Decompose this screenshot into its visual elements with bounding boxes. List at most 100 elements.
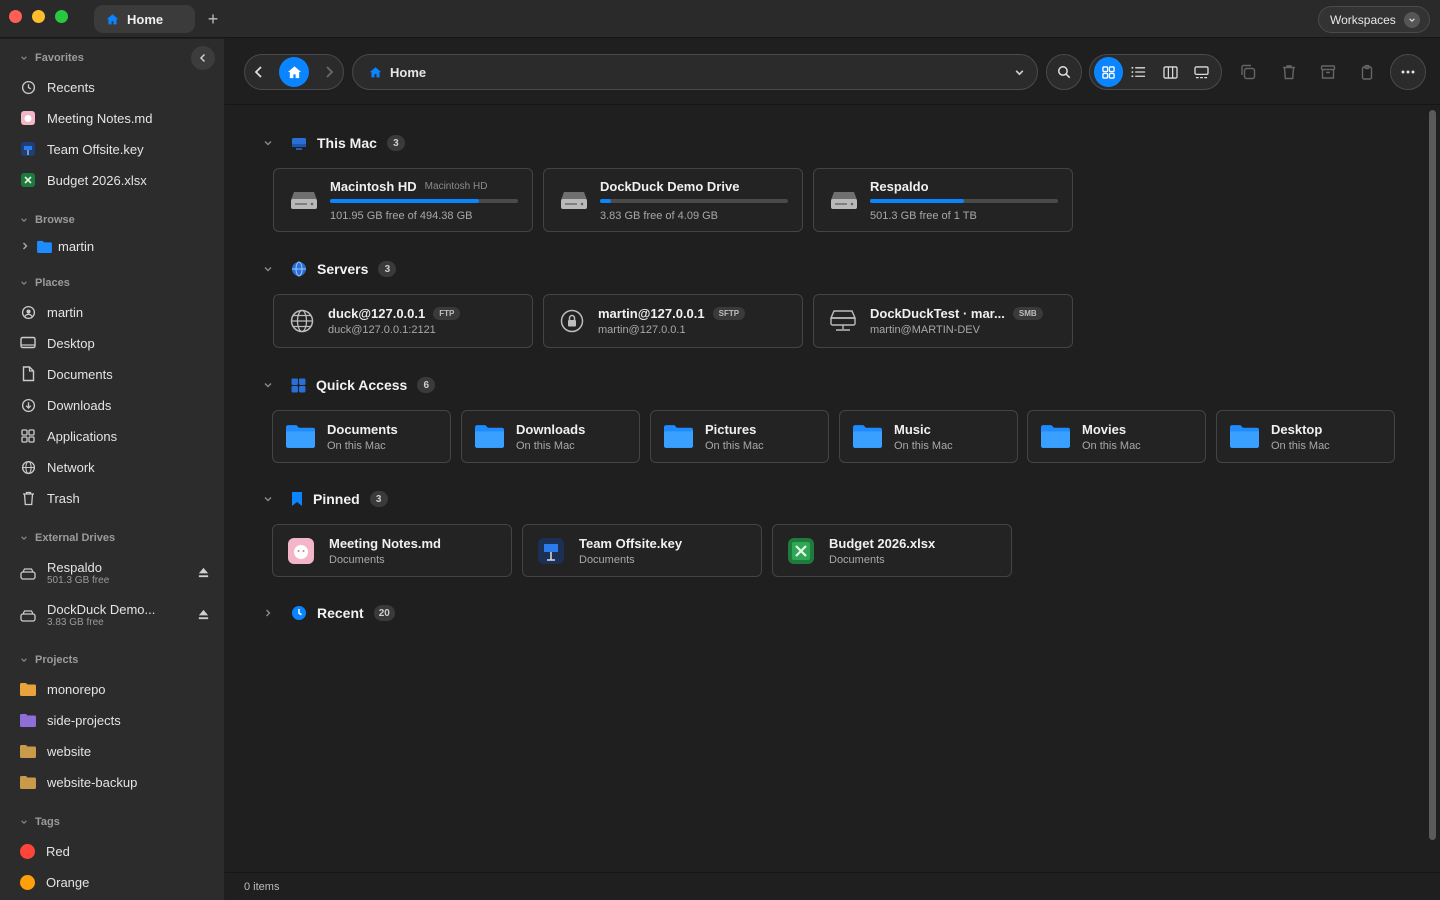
file-location: Documents <box>579 553 635 566</box>
browse-section-header[interactable]: Browse <box>20 214 75 226</box>
drive-free-space: 3.83 GB free <box>47 617 104 628</box>
duplicate-icon[interactable] <box>1240 64 1256 80</box>
grid-view-button[interactable] <box>1094 57 1124 87</box>
minimize-window-button[interactable] <box>32 10 45 23</box>
chevron-down-icon <box>264 383 272 388</box>
tags-section-header[interactable]: Tags <box>20 816 60 828</box>
section-title: Servers <box>317 261 369 277</box>
sidebar-item-network[interactable]: Network <box>20 455 95 479</box>
server-card-ftp[interactable]: duck@127.0.0.1 FTP duck@127.0.0.1:2121 <box>273 294 533 348</box>
sidebar-item-website[interactable]: website <box>20 739 91 763</box>
file-location: Documents <box>829 553 885 566</box>
navigation-controls <box>244 54 344 90</box>
drive-card-dockduck-demo[interactable]: DockDuck Demo Drive 3.83 GB free of 4.09… <box>543 168 803 232</box>
sidebar-item-recents[interactable]: Recents <box>20 75 95 99</box>
folder-icon <box>20 681 36 697</box>
tab-home[interactable]: Home <box>94 5 195 33</box>
recent-section-header[interactable]: Recent 20 <box>263 605 395 621</box>
zoom-window-button[interactable] <box>55 10 68 23</box>
ellipsis-icon <box>1401 70 1415 74</box>
more-options-button[interactable] <box>1390 54 1426 90</box>
trash-icon[interactable] <box>1281 64 1297 80</box>
drive-card-macintosh-hd[interactable]: Macintosh HD Macintosh HD 101.95 GB free… <box>273 168 533 232</box>
sidebar-item-monorepo[interactable]: monorepo <box>20 677 106 701</box>
quick-access-documents[interactable]: Documents On this Mac <box>272 410 451 463</box>
quick-access-pictures[interactable]: Pictures On this Mac <box>650 410 829 463</box>
vertical-scrollbar[interactable] <box>1427 108 1437 872</box>
list-view-button[interactable] <box>1123 58 1154 86</box>
quick-access-section-header[interactable]: Quick Access 6 <box>263 377 436 393</box>
folder-icon <box>1041 425 1070 448</box>
home-button[interactable] <box>279 57 309 87</box>
sidebar-item-side-projects[interactable]: side-projects <box>20 708 121 732</box>
capacity-bar-fill <box>600 198 612 203</box>
path-bar[interactable]: Home <box>352 54 1038 90</box>
sidebar-item-desktop[interactable]: Desktop <box>20 331 95 355</box>
applications-icon <box>20 428 36 444</box>
clock-icon <box>292 606 306 620</box>
pinned-meeting-notes[interactable]: Meeting Notes.md Documents <box>272 524 512 577</box>
sidebar-tag-red[interactable]: Red <box>20 839 70 863</box>
favorites-section-header[interactable]: Favorites <box>20 52 84 64</box>
external-drive-icon <box>561 192 587 209</box>
gallery-icon <box>1194 65 1209 78</box>
sidebar-item-website-backup[interactable]: website-backup <box>20 770 137 794</box>
eject-icon[interactable] <box>197 608 210 621</box>
close-window-button[interactable] <box>9 10 22 23</box>
scrollbar-thumb[interactable] <box>1429 110 1436 840</box>
server-card-sftp[interactable]: martin@127.0.0.1 SFTP martin@127.0.0.1 <box>543 294 803 348</box>
sidebar-item-budget[interactable]: Budget 2026.xlsx <box>20 168 147 192</box>
pinned-budget[interactable]: Budget 2026.xlsx Documents <box>772 524 1012 577</box>
workspaces-button[interactable]: Workspaces <box>1318 6 1430 33</box>
sidebar-item-downloads[interactable]: Downloads <box>20 393 111 417</box>
folder-location: On this Mac <box>1082 439 1141 452</box>
sidebar-item-places-martin[interactable]: martin <box>20 300 83 324</box>
sidebar-item-team-offsite[interactable]: Team Offsite.key <box>20 137 144 161</box>
sidebar-item-meeting-notes[interactable]: Meeting Notes.md <box>20 106 153 130</box>
count-badge: 3 <box>369 491 388 507</box>
folder-location: On this Mac <box>894 439 953 452</box>
servers-section-header[interactable]: Servers 3 <box>263 261 397 277</box>
chevron-down-icon[interactable] <box>1014 67 1025 78</box>
forward-icon[interactable] <box>321 64 337 80</box>
quick-access-downloads[interactable]: Downloads On this Mac <box>461 410 640 463</box>
folder-icon <box>1230 425 1259 448</box>
collapse-sidebar-button[interactable] <box>191 46 215 70</box>
sidebar-item-trash[interactable]: Trash <box>20 486 80 510</box>
folder-name: Movies <box>1082 421 1127 437</box>
folder-name: Documents <box>327 421 398 437</box>
capacity-bar-fill <box>870 198 964 203</box>
folder-name: Pictures <box>705 421 757 437</box>
pinned-team-offsite[interactable]: Team Offsite.key Documents <box>522 524 762 577</box>
this-mac-section-header[interactable]: This Mac 3 <box>263 135 405 151</box>
quick-access-music[interactable]: Music On this Mac <box>839 410 1018 463</box>
quick-access-movies[interactable]: Movies On this Mac <box>1027 410 1206 463</box>
search-button[interactable] <box>1046 54 1082 90</box>
sidebar-item-browse-martin[interactable]: martin <box>20 234 94 258</box>
sidebar-tag-orange[interactable]: Orange <box>20 870 89 894</box>
section-title: This Mac <box>317 135 377 151</box>
gallery-view-button[interactable] <box>1186 58 1217 86</box>
places-section-header[interactable]: Places <box>20 277 70 289</box>
external-drives-section-header[interactable]: External Drives <box>20 532 115 544</box>
bookmark-icon <box>292 492 302 506</box>
server-card-smb[interactable]: DockDuckTest · mar... SMB martin@MARTIN-… <box>813 294 1073 348</box>
new-tab-button[interactable]: + <box>203 8 223 30</box>
archive-icon[interactable] <box>1320 64 1336 80</box>
eject-icon[interactable] <box>197 566 210 579</box>
protocol-badge: FTP <box>433 307 461 320</box>
grid-icon <box>1102 65 1115 79</box>
projects-section-header[interactable]: Projects <box>20 654 78 666</box>
quick-access-desktop[interactable]: Desktop On this Mac <box>1216 410 1395 463</box>
network-drive-icon <box>830 310 856 331</box>
back-icon[interactable] <box>251 64 267 80</box>
folder-location: On this Mac <box>516 439 575 452</box>
column-view-button[interactable] <box>1155 58 1186 86</box>
sidebar-drive-dockduck[interactable]: DockDuck Demo... 3.83 GB free <box>20 599 210 633</box>
pinned-section-header[interactable]: Pinned 3 <box>263 491 388 507</box>
sidebar-drive-respaldo[interactable]: Respaldo 501.3 GB free <box>20 557 210 591</box>
sidebar-item-documents[interactable]: Documents <box>20 362 113 386</box>
paste-icon[interactable] <box>1360 64 1376 80</box>
drive-card-respaldo[interactable]: Respaldo 501.3 GB free of 1 TB <box>813 168 1073 232</box>
sidebar-item-applications[interactable]: Applications <box>20 424 117 448</box>
